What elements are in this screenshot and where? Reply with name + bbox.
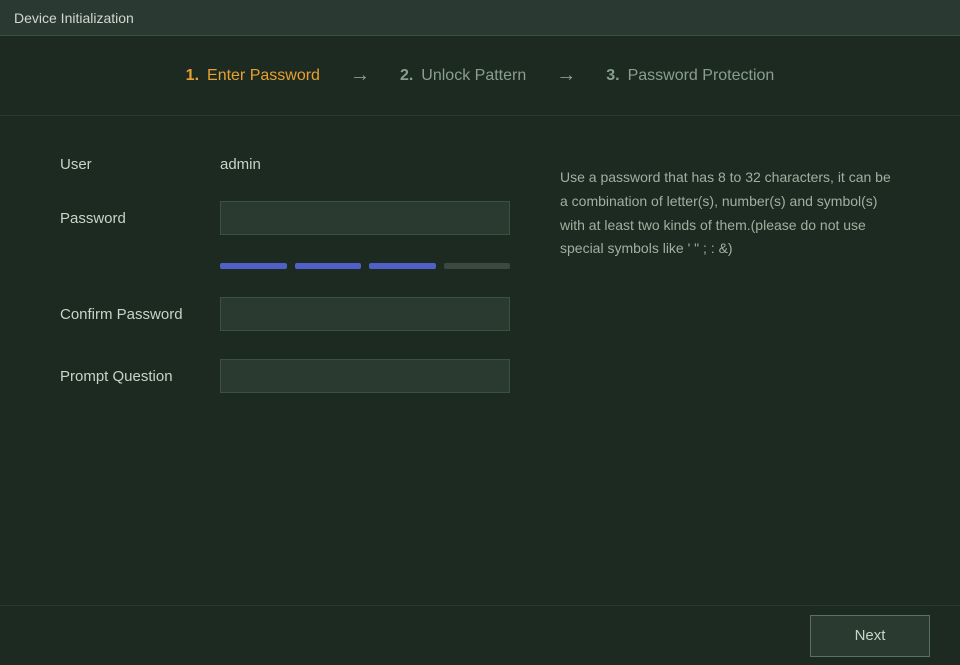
confirm-password-label: Confirm Password [60,306,220,323]
strength-bar-container [220,263,520,269]
strength-segment-4 [444,263,511,269]
prompt-question-row: Prompt Question [60,359,520,393]
step-1-number: 1. [186,67,199,85]
confirm-password-input[interactable] [220,297,510,331]
step-2-number: 2. [400,67,413,85]
title-bar-text: Device Initialization [14,10,134,26]
confirm-password-row: Confirm Password [60,297,520,331]
step-arrow-2: → [556,64,576,87]
help-text: Use a password that has 8 to 32 characte… [560,156,900,565]
strength-bar [220,263,510,269]
user-label: User [60,156,220,173]
strength-segment-2 [295,263,362,269]
step-arrow-1: → [350,64,370,87]
step-1-label: Enter Password [207,67,320,85]
step-3-label: Password Protection [628,67,775,85]
password-input[interactable] [220,201,510,235]
step-1: 1. Enter Password [186,67,320,85]
password-label: Password [60,210,220,227]
form-fields: User admin Password Confirm Password [60,156,520,565]
strength-segment-1 [220,263,287,269]
step-2-label: Unlock Pattern [421,67,526,85]
strength-segment-3 [369,263,436,269]
steps-bar: 1. Enter Password → 2. Unlock Pattern → … [0,36,960,116]
main-content: 1. Enter Password → 2. Unlock Pattern → … [0,36,960,665]
user-row: User admin [60,156,520,173]
prompt-question-label: Prompt Question [60,368,220,385]
step-3-number: 3. [606,67,619,85]
step-3: 3. Password Protection [606,67,774,85]
next-button[interactable]: Next [810,615,930,657]
prompt-question-input[interactable] [220,359,510,393]
password-row: Password [60,201,520,235]
bottom-bar: Next [0,605,960,665]
title-bar: Device Initialization [0,0,960,36]
form-area: User admin Password Confirm Password [0,116,960,605]
user-value: admin [220,156,261,173]
step-2: 2. Unlock Pattern [400,67,526,85]
